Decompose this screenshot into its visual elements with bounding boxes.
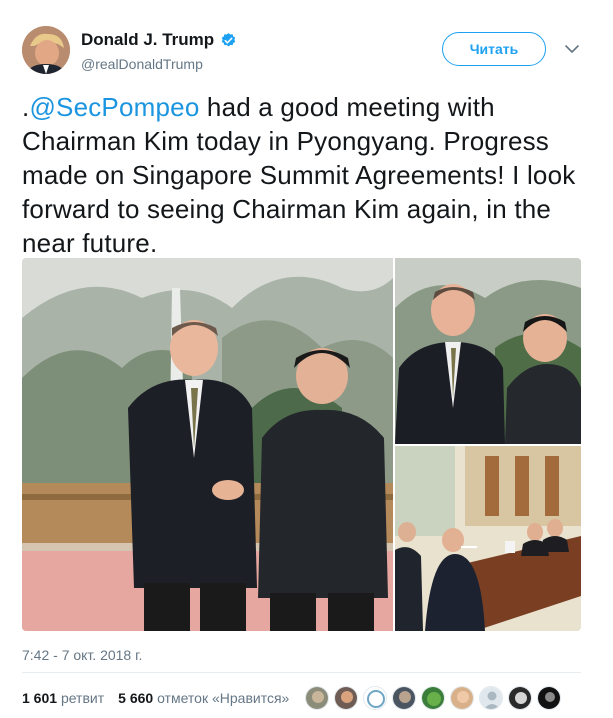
avatar-image [538, 687, 560, 709]
photo-main-image [22, 258, 393, 631]
liker-avatar[interactable] [450, 686, 474, 710]
avatar-image [509, 687, 531, 709]
avatar-image [480, 687, 502, 709]
avatar-image [393, 687, 415, 709]
retweet-label: ретвит [60, 690, 105, 706]
liker-avatar[interactable] [479, 686, 503, 710]
tweet-timestamp[interactable]: 7:42 - 7 окт. 2018 г. [22, 647, 142, 663]
retweet-count: 1 601 [22, 690, 58, 706]
avatar-image [451, 687, 473, 709]
author-info[interactable]: Donald J. Trump @realDonaldTrump [81, 30, 237, 72]
author-name-row: Donald J. Trump [81, 30, 237, 50]
author-handle[interactable]: @realDonaldTrump [81, 56, 237, 72]
avatar-image [422, 687, 444, 709]
like-stat[interactable]: 5 660 отметок «Нравится» [118, 690, 289, 706]
retweet-stat[interactable]: 1 601 ретвит [22, 690, 104, 706]
liker-avatar[interactable] [334, 686, 358, 710]
tweet-stats: 1 601 ретвит 5 660 отметок «Нравится» [22, 690, 289, 706]
liker-avatars [305, 686, 561, 710]
photo-main[interactable] [22, 258, 393, 631]
like-label: отметок «Нравится» [157, 690, 290, 706]
liker-avatar[interactable] [305, 686, 329, 710]
avatar-image [22, 26, 70, 74]
follow-button[interactable]: Читать [442, 32, 546, 66]
liker-avatar[interactable] [508, 686, 532, 710]
liker-avatar[interactable] [537, 686, 561, 710]
media-grid [22, 258, 581, 631]
chevron-down-icon[interactable] [565, 44, 579, 54]
liker-avatar[interactable] [421, 686, 445, 710]
tweet-text: .@SecPompeo had a good meeting with Chai… [22, 90, 582, 260]
avatar-image [364, 687, 386, 709]
author-display-name[interactable]: Donald J. Trump [81, 30, 214, 50]
photo-bottom-right-image [395, 446, 581, 631]
photo-top-right-image [395, 258, 581, 444]
photo-top-right[interactable] [395, 258, 581, 444]
divider-top [22, 672, 581, 673]
author-avatar[interactable] [22, 26, 70, 74]
liker-avatar[interactable] [363, 686, 387, 710]
mention-link[interactable]: @SecPompeo [29, 92, 199, 122]
verified-badge-icon [221, 32, 236, 46]
like-count: 5 660 [118, 690, 154, 706]
photo-bottom-right[interactable] [395, 446, 581, 631]
liker-avatar[interactable] [392, 686, 416, 710]
avatar-image [335, 687, 357, 709]
avatar-image [306, 687, 328, 709]
